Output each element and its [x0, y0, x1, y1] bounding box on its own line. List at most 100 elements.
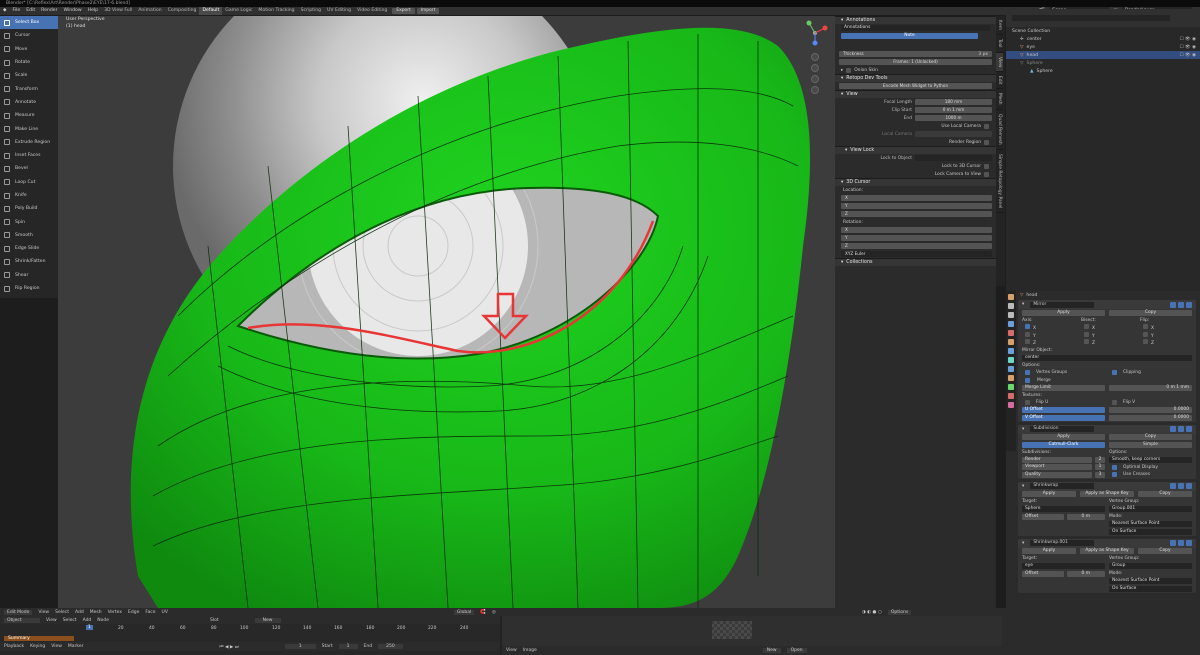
onion-skin-checkbox[interactable]	[846, 67, 852, 73]
shrinkwrap-001-apply-shape-button[interactable]: Apply as Shape Key	[1080, 548, 1134, 555]
viewport-toggle-icon[interactable]	[1178, 426, 1184, 432]
render-toggle-icon[interactable]	[1186, 483, 1192, 489]
current-frame-field[interactable]: 1	[284, 644, 316, 649]
particles-tab-icon[interactable]	[1008, 357, 1014, 363]
wrap-mode-select[interactable]: On Surface	[1109, 585, 1192, 592]
thickness-value[interactable]: 3 px	[978, 52, 988, 57]
editmode-toggle-icon[interactable]	[1170, 301, 1176, 308]
lock-camera-checkbox[interactable]	[984, 171, 989, 177]
tool-transform[interactable]: Transform	[0, 82, 58, 95]
tool-loop-cut[interactable]: Loop Cut	[0, 176, 58, 189]
flip-u-checkbox[interactable]	[1025, 400, 1030, 406]
menu-file[interactable]: File	[10, 7, 24, 15]
header-menu-mesh[interactable]: Mesh	[90, 610, 102, 615]
header-menu-view[interactable]: View	[38, 610, 49, 615]
uv-menu-view[interactable]: View	[506, 648, 517, 653]
use-local-camera-checkbox[interactable]	[984, 123, 989, 129]
expand-icon[interactable]: ▾	[1022, 541, 1024, 546]
render-region-checkbox[interactable]	[984, 139, 989, 145]
keying-menu[interactable]: Keying	[30, 644, 45, 649]
shrinkwrap-001-apply-button[interactable]: Apply	[1022, 548, 1076, 555]
tab-default[interactable]: Default	[199, 7, 223, 15]
tool-smooth[interactable]: Smooth	[0, 229, 58, 242]
clipping-checkbox[interactable]	[1112, 370, 1117, 376]
merge-limit-field[interactable]: 0 m 1 mm	[1109, 384, 1192, 391]
header-menu-face[interactable]: Face	[145, 610, 155, 615]
tab-uv-editing[interactable]: UV Editing	[324, 7, 354, 15]
tool-poly-build[interactable]: Poly Build	[0, 202, 58, 215]
outliner-row-eye[interactable]: ▽ eye ☐ 👁 ◉	[1006, 43, 1200, 51]
tab-game-logic[interactable]: Game Logic	[222, 7, 255, 15]
menu-render[interactable]: Render	[38, 7, 60, 15]
tab-animation[interactable]: Animation	[135, 7, 164, 15]
expand-icon[interactable]: ▾	[1022, 302, 1024, 307]
camera-view-icon[interactable]	[811, 75, 819, 83]
rotation-y-field[interactable]: Y	[841, 235, 992, 241]
merge-checkbox[interactable]	[1025, 377, 1030, 383]
shrinkwrap-copy-button[interactable]: Copy	[1138, 491, 1192, 498]
view-lock-header[interactable]: View Lock	[835, 146, 996, 154]
vertex-group-field[interactable]: Group.001	[1109, 506, 1192, 513]
tool-shear[interactable]: Shear	[0, 269, 58, 282]
object-mode-select[interactable]: Object	[4, 617, 40, 623]
cursor-y-field[interactable]: Y	[841, 203, 992, 209]
slot-label[interactable]: Slot	[210, 618, 219, 623]
outliner-row-sphere-mesh[interactable]: ▲ Sphere	[1006, 67, 1200, 75]
modifier-tab-icon[interactable]	[1008, 348, 1014, 354]
menu-window[interactable]: Window	[61, 7, 85, 15]
expand-icon[interactable]: ▾	[1022, 427, 1024, 432]
side-tab-retopology[interactable]: Simple Retopology Panel	[996, 150, 1003, 214]
menu-help[interactable]: Help	[85, 7, 101, 15]
orientation-select[interactable]: Global	[453, 609, 475, 615]
render-levels-field[interactable]: 2	[1095, 456, 1105, 463]
flip-z-checkbox[interactable]	[1143, 339, 1148, 345]
render-toggle-icon[interactable]	[1186, 426, 1192, 432]
use-creases-checkbox[interactable]	[1112, 472, 1117, 478]
uv-open-image-button[interactable]: Open	[786, 648, 807, 653]
marker-menu[interactable]: Marker	[68, 644, 84, 649]
navigation-gizmo[interactable]	[797, 18, 833, 114]
constraints-tab-icon[interactable]	[1008, 375, 1014, 381]
tool-shrink-fatten[interactable]: Shrink/Fatten	[0, 255, 58, 268]
tool-move[interactable]: Move	[0, 43, 58, 56]
tool-measure[interactable]: Measure	[0, 109, 58, 122]
viewport-levels-field[interactable]: 1	[1095, 464, 1105, 471]
tool-edge-slide[interactable]: Edge Slide	[0, 242, 58, 255]
header-menu-add[interactable]: Add	[75, 610, 84, 615]
clip-end-field[interactable]: 1000 m	[915, 115, 992, 121]
tab-scripting[interactable]: Scripting	[298, 7, 324, 15]
tool-spin[interactable]: Spin	[0, 215, 58, 228]
tool-annotate[interactable]: Annotate	[0, 96, 58, 109]
target-field[interactable]: Sphere	[1022, 506, 1105, 513]
frames-field[interactable]: Frames: 1 (Unlocked)	[839, 59, 992, 65]
timeline-menu-add[interactable]: Add	[83, 618, 92, 623]
snap-icon[interactable]: 🧲	[480, 610, 486, 615]
quality-field[interactable]: 3	[1095, 471, 1105, 478]
outliner-row-center[interactable]: ✛ center ☐ 👁 ◉	[1006, 35, 1200, 43]
editmode-toggle-icon[interactable]	[1170, 483, 1176, 489]
side-tab-item[interactable]: Item	[996, 16, 1003, 35]
cursor-x-field[interactable]: X	[841, 195, 992, 201]
viewport-toggle-icon[interactable]	[1178, 540, 1184, 546]
annotations-panel-header[interactable]: Annotations	[835, 16, 996, 24]
bisect-z-checkbox[interactable]	[1084, 339, 1089, 345]
end-frame-field[interactable]: 250	[378, 644, 403, 649]
cursor-panel-header[interactable]: 3D Cursor	[835, 178, 996, 186]
shrinkwrap-001-copy-button[interactable]: Copy	[1138, 548, 1192, 555]
visibility-icons[interactable]: ☐ 👁 ◉	[1179, 45, 1200, 50]
expand-icon[interactable]: ▾	[1022, 484, 1024, 489]
timeline-menu-node[interactable]: Node	[97, 618, 109, 623]
mirror-apply-button[interactable]: Apply	[1022, 309, 1105, 316]
shrinkwrap-name-field[interactable]: Shrinkwrap	[1030, 483, 1095, 489]
side-tab-mesh[interactable]: Mesh	[996, 89, 1003, 111]
v-offset-field[interactable]: 0.0000	[1109, 414, 1192, 421]
summary-row[interactable]: Summary	[4, 635, 74, 641]
subdivision-apply-button[interactable]: Apply	[1022, 434, 1105, 441]
u-offset-field[interactable]: 0.0000	[1109, 407, 1192, 414]
side-tab-view[interactable]: View	[996, 52, 1003, 72]
editmode-toggle-icon[interactable]	[1170, 540, 1176, 546]
3d-viewport[interactable]	[58, 16, 835, 608]
optimal-display-checkbox[interactable]	[1112, 464, 1117, 470]
side-tab-quad-remesh[interactable]: Quad Remesh	[996, 110, 1003, 150]
visibility-icons[interactable]: ☐ 👁 ◉	[1179, 37, 1200, 42]
